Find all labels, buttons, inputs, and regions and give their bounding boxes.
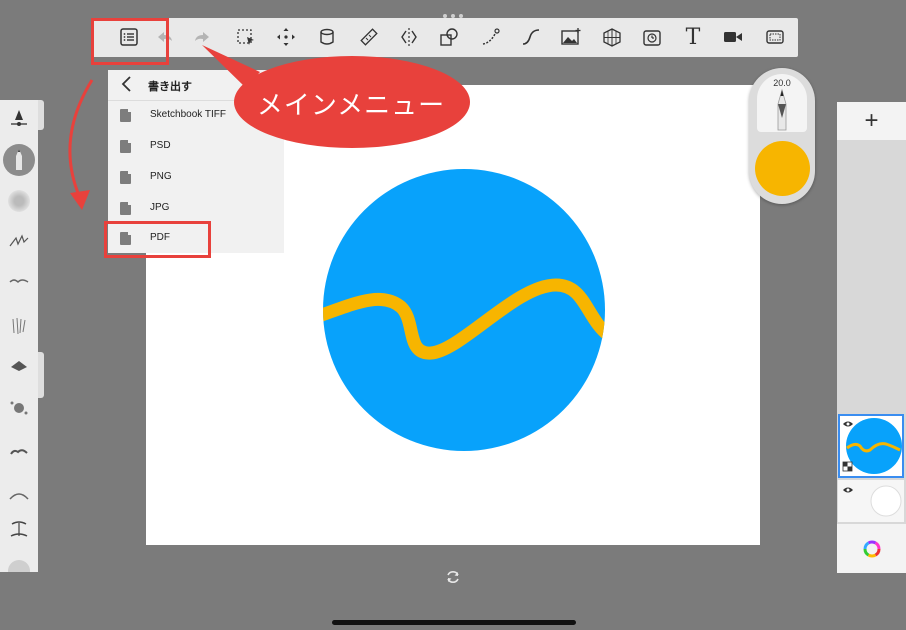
highlight-box-pdf xyxy=(104,221,211,258)
brush-leaf[interactable] xyxy=(8,355,30,377)
layer-thumbnail[interactable] xyxy=(838,480,904,522)
back-button[interactable] xyxy=(118,74,136,94)
image-icon xyxy=(561,28,581,45)
pencil-brush-icon xyxy=(16,149,22,170)
fullscreen-icon xyxy=(766,30,784,44)
curved-arrow xyxy=(68,79,94,199)
fill-tool-button[interactable] xyxy=(314,24,340,50)
chevron-left-icon xyxy=(121,76,131,92)
layer-thumbnail-active[interactable] xyxy=(838,414,904,478)
curve-tool-button[interactable] xyxy=(518,24,544,50)
shape-icon xyxy=(440,28,458,46)
texture-brush-icon xyxy=(12,317,26,335)
selection-tool-button[interactable] xyxy=(233,24,259,50)
canvas-rotate-button[interactable] xyxy=(444,568,462,586)
grass-brush-icon xyxy=(9,279,29,284)
stroke-icon xyxy=(482,28,500,45)
file-icon xyxy=(120,171,131,184)
color-wheel-icon xyxy=(863,540,880,557)
callout-label: メインメニュー xyxy=(256,89,446,120)
brush-scatter[interactable] xyxy=(8,230,30,252)
redo-button[interactable] xyxy=(189,24,215,50)
redo-icon xyxy=(195,32,209,42)
menu-item-png[interactable]: PNG xyxy=(108,163,284,193)
perspective-tool-button[interactable] xyxy=(599,24,625,50)
foliage-brush-icon xyxy=(9,493,29,500)
file-icon xyxy=(120,109,131,122)
brush-partial[interactable] xyxy=(8,560,30,572)
multitasking-dots[interactable] xyxy=(441,5,465,18)
text-tool-button[interactable]: T xyxy=(680,24,706,50)
leaf-brush-icon xyxy=(11,361,27,371)
brush-panel-scroll-handle[interactable] xyxy=(38,352,44,398)
video-icon xyxy=(724,32,742,42)
brush-panel-handle[interactable] xyxy=(38,100,44,130)
palm-brush-icon xyxy=(10,521,28,537)
toolbar: T xyxy=(92,18,798,57)
menu-item-label: Sketchbook TIFF xyxy=(150,109,226,120)
splatter-brush-icon xyxy=(10,401,28,415)
file-icon xyxy=(120,140,131,153)
brush-set-icon xyxy=(11,110,27,126)
file-icon xyxy=(120,202,131,215)
move-icon xyxy=(277,28,295,46)
fullscreen-button[interactable] xyxy=(762,24,788,50)
text-icon: T xyxy=(685,24,701,50)
cloud-brush-icon xyxy=(10,449,28,455)
menu-item-label: PNG xyxy=(150,171,172,182)
layer-preview-empty xyxy=(843,485,902,517)
brush-size-control[interactable]: 20.0 xyxy=(757,74,807,132)
stroke-tool-button[interactable] xyxy=(478,24,504,50)
transform-tool-button[interactable] xyxy=(273,24,299,50)
layer-preview xyxy=(842,418,902,474)
brush-airbrush[interactable] xyxy=(8,190,30,212)
brush-palm[interactable] xyxy=(8,518,30,540)
selection-icon xyxy=(237,29,254,45)
color-editor-button[interactable] xyxy=(837,524,906,573)
menu-item-jpg[interactable]: JPG xyxy=(108,194,284,224)
add-layer-button[interactable]: + xyxy=(837,102,906,140)
highlight-box-main-menu xyxy=(91,18,169,65)
shape-tool-button[interactable] xyxy=(436,24,462,50)
bucket-icon xyxy=(320,28,334,45)
perspective-icon xyxy=(603,28,621,47)
timelapse-icon xyxy=(643,30,661,46)
timelapse-button[interactable] xyxy=(639,24,665,50)
image-import-button[interactable] xyxy=(558,24,584,50)
record-button[interactable] xyxy=(720,24,746,50)
brush-palette xyxy=(0,100,38,572)
brush-palette-toggle[interactable] xyxy=(8,108,30,130)
scatter-brush-icon xyxy=(9,234,29,247)
arrowhead-icon xyxy=(70,190,90,210)
symmetry-icon xyxy=(401,28,417,46)
curve-icon xyxy=(522,29,540,45)
ruler-tool-button[interactable] xyxy=(356,24,382,50)
brush-splatter[interactable] xyxy=(8,397,30,419)
selected-brush[interactable] xyxy=(3,144,35,176)
brush-cloud[interactable] xyxy=(8,440,30,462)
home-indicator[interactable] xyxy=(332,620,576,625)
brush-texture[interactable] xyxy=(8,315,30,337)
blue-circle xyxy=(323,169,605,451)
brush-grass[interactable] xyxy=(8,268,30,290)
brush-foliage[interactable] xyxy=(8,483,30,505)
menu-item-label: JPG xyxy=(150,202,170,213)
pencil-icon xyxy=(777,88,787,131)
rotate-icon xyxy=(447,571,459,583)
menu-item-label: PSD xyxy=(150,140,171,151)
symmetry-tool-button[interactable] xyxy=(396,24,422,50)
ruler-icon xyxy=(360,28,378,46)
current-color-swatch[interactable] xyxy=(755,141,810,196)
menu-title: 書き出す xyxy=(148,81,192,93)
